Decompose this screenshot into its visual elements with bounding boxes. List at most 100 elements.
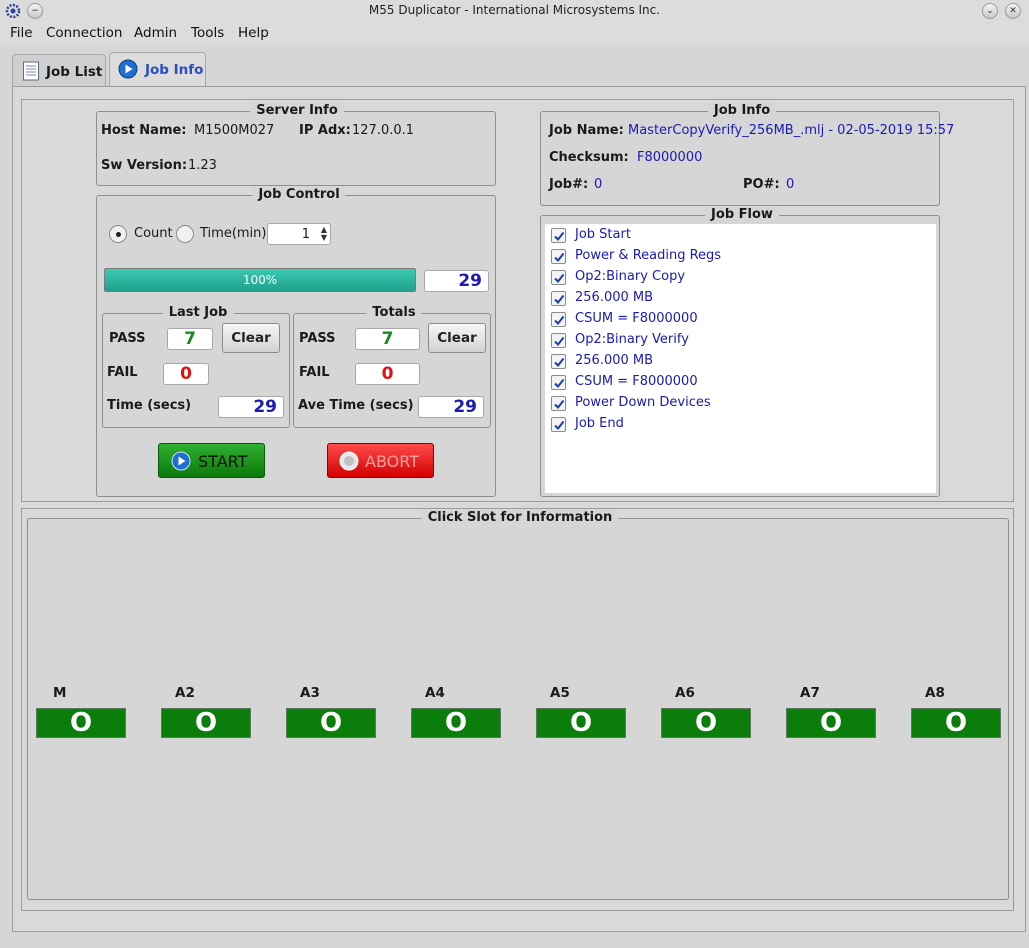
job-flow-checkbox[interactable] <box>551 249 566 264</box>
progress-bar: 100% <box>104 268 416 292</box>
slot-label: A6 <box>675 685 695 701</box>
last-job-time-value: 29 <box>218 396 284 418</box>
job-flow-checkbox[interactable] <box>551 417 566 432</box>
totals-time-label: Ave Time (secs) <box>298 398 414 413</box>
menu-bar: File Connection Admin Tools Help <box>0 22 1029 44</box>
job-flow-checkbox[interactable] <box>551 375 566 390</box>
server-info-group: Server Info Host Name: M1500M027 IP Adx:… <box>96 103 496 186</box>
menu-tools[interactable]: Tools <box>191 25 224 41</box>
job-flow-item-label: Op2:Binary Verify <box>575 332 689 347</box>
totals-fail-label: FAIL <box>299 365 330 380</box>
job-flow-item-label: Job End <box>575 416 624 431</box>
job-flow-item-label: CSUM = F8000000 <box>575 374 698 389</box>
play-circle-icon <box>118 59 138 83</box>
slots-group: Click Slot for Information M O A2 O A3 O A4 O A5… <box>27 510 1009 900</box>
slot-label: A2 <box>175 685 195 701</box>
time-spinner-value: 1 <box>301 227 310 242</box>
last-job-pass-value: 7 <box>167 328 213 350</box>
job-control-title: Job Control <box>252 187 346 202</box>
last-job-group: Last Job PASS 7 Clear FAIL 0 Time (secs)… <box>102 305 290 428</box>
job-flow-item-label: 256.000 MB <box>575 353 654 368</box>
totals-clear-button[interactable]: Clear <box>428 323 486 353</box>
slot-a5-button[interactable]: O <box>536 708 626 738</box>
ip-label: IP Adx: <box>299 123 351 138</box>
checkmark-icon <box>554 231 565 242</box>
job-flow-checkbox[interactable] <box>551 354 566 369</box>
job-control-group: Job Control Count Time(min) 1 ▲ ▼ 100% 29… <box>96 187 496 497</box>
time-spinner[interactable]: 1 ▲ ▼ <box>267 223 331 245</box>
spinner-arrows-icon[interactable]: ▲ ▼ <box>321 226 327 242</box>
slot-label: A4 <box>425 685 445 701</box>
play-icon <box>171 451 191 475</box>
job-number-value: 0 <box>594 177 603 192</box>
sw-version-label: Sw Version: <box>101 158 188 173</box>
slot-label: A7 <box>800 685 820 701</box>
job-number-label: Job#: <box>549 177 589 192</box>
host-name-value: M1500M027 <box>194 123 275 138</box>
checksum-value: F8000000 <box>637 150 703 165</box>
slot-a7-button[interactable]: O <box>786 708 876 738</box>
totals-pass-label: PASS <box>299 331 336 346</box>
tab-job-info-label: Job Info <box>145 62 204 78</box>
tab-job-info[interactable]: Job Info <box>109 52 206 86</box>
job-flow-checkbox[interactable] <box>551 270 566 285</box>
menu-file[interactable]: File <box>10 25 33 41</box>
slot-label: A5 <box>550 685 570 701</box>
slot-a4-button[interactable]: O <box>411 708 501 738</box>
job-flow-item-label: Power & Reading Regs <box>575 248 722 263</box>
job-flow-checkbox[interactable] <box>551 396 566 411</box>
job-flow-item-label: 256.000 MB <box>575 290 654 305</box>
count-field: 29 <box>424 270 489 292</box>
checkmark-icon <box>554 252 565 263</box>
job-flow-checkbox[interactable] <box>551 291 566 306</box>
totals-group: Totals PASS 7 Clear FAIL 0 Ave Time (sec… <box>293 305 491 428</box>
slot-m-button[interactable]: O <box>36 708 126 738</box>
checkmark-icon <box>554 336 565 347</box>
job-flow-checkbox[interactable] <box>551 333 566 348</box>
job-info-title: Job Info <box>707 103 777 118</box>
slot-a2-button[interactable]: O <box>161 708 251 738</box>
totals-time-value: 29 <box>418 396 484 418</box>
sw-version-value: 1.23 <box>188 158 217 173</box>
start-label: START <box>198 452 248 471</box>
start-button[interactable]: START <box>158 443 265 478</box>
slot-a6-button[interactable]: O <box>661 708 751 738</box>
job-flow-group: Job Flow Job Start Power & Reading Regs Op… <box>540 207 940 497</box>
job-name-label: Job Name: <box>549 123 624 138</box>
window-close-button[interactable]: ✕ <box>1005 3 1021 19</box>
slot-a8-button[interactable]: O <box>911 708 1001 738</box>
checkmark-icon <box>554 315 565 326</box>
job-info-group: Job Info Job Name: MasterCopyVerify_256M… <box>540 103 954 206</box>
last-job-pass-label: PASS <box>109 331 146 346</box>
menu-help[interactable]: Help <box>238 25 269 41</box>
window-title: M55 Duplicator - International Microsyst… <box>368 3 661 17</box>
last-job-time-label: Time (secs) <box>107 398 192 413</box>
checkmark-icon <box>554 420 565 431</box>
tab-job-list-label: Job List <box>46 64 103 80</box>
job-flow-checkbox[interactable] <box>551 312 566 327</box>
time-radio[interactable] <box>176 225 194 243</box>
job-flow-item-label: Power Down Devices <box>575 395 711 410</box>
last-job-clear-button[interactable]: Clear <box>222 323 280 353</box>
checksum-label: Checksum: <box>549 150 629 165</box>
tab-job-list[interactable]: Job List <box>12 54 106 86</box>
host-name-label: Host Name: <box>101 123 187 138</box>
menu-admin[interactable]: Admin <box>134 25 177 41</box>
window-minimize-button[interactable]: ⌄ <box>982 3 998 19</box>
menu-connection[interactable]: Connection <box>46 25 122 41</box>
count-radio-label: Count <box>134 226 173 241</box>
count-radio[interactable] <box>109 225 127 243</box>
job-flow-list: Job Start Power & Reading Regs Op2:Binary … <box>545 224 936 493</box>
job-flow-checkbox[interactable] <box>551 228 566 243</box>
checkmark-icon <box>554 294 565 305</box>
abort-label: ABORT <box>365 452 419 471</box>
checkmark-icon <box>554 273 565 284</box>
checkmark-icon <box>554 399 565 410</box>
slot-a3-button[interactable]: O <box>286 708 376 738</box>
job-flow-title: Job Flow <box>705 207 779 222</box>
stop-icon <box>339 451 359 475</box>
last-job-fail-label: FAIL <box>107 365 138 380</box>
checkmark-icon <box>554 378 565 389</box>
abort-button[interactable]: ABORT <box>327 443 434 478</box>
slot-label: A3 <box>300 685 320 701</box>
